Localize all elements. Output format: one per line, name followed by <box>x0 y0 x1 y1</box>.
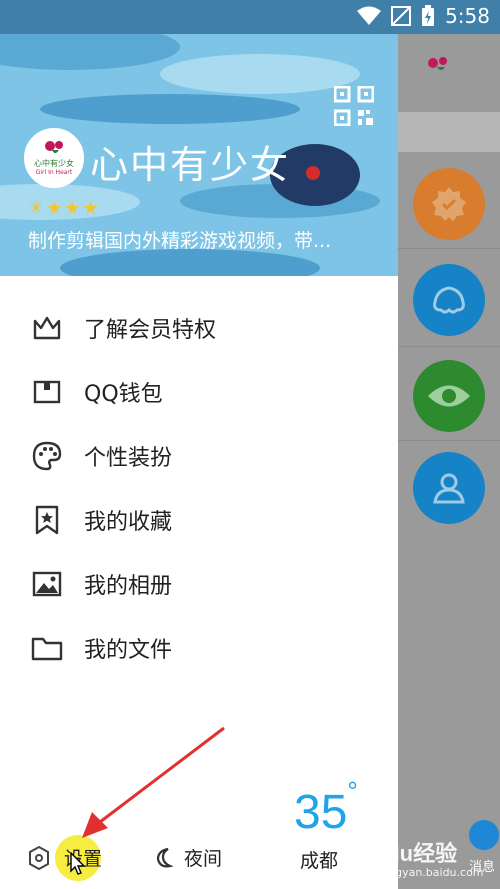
watermark-url: jingyan.baidu.com <box>382 866 484 879</box>
mouse-cursor-icon <box>70 852 86 875</box>
watermark: Baidu经验 <box>352 841 458 866</box>
annotation-arrow <box>82 726 225 838</box>
